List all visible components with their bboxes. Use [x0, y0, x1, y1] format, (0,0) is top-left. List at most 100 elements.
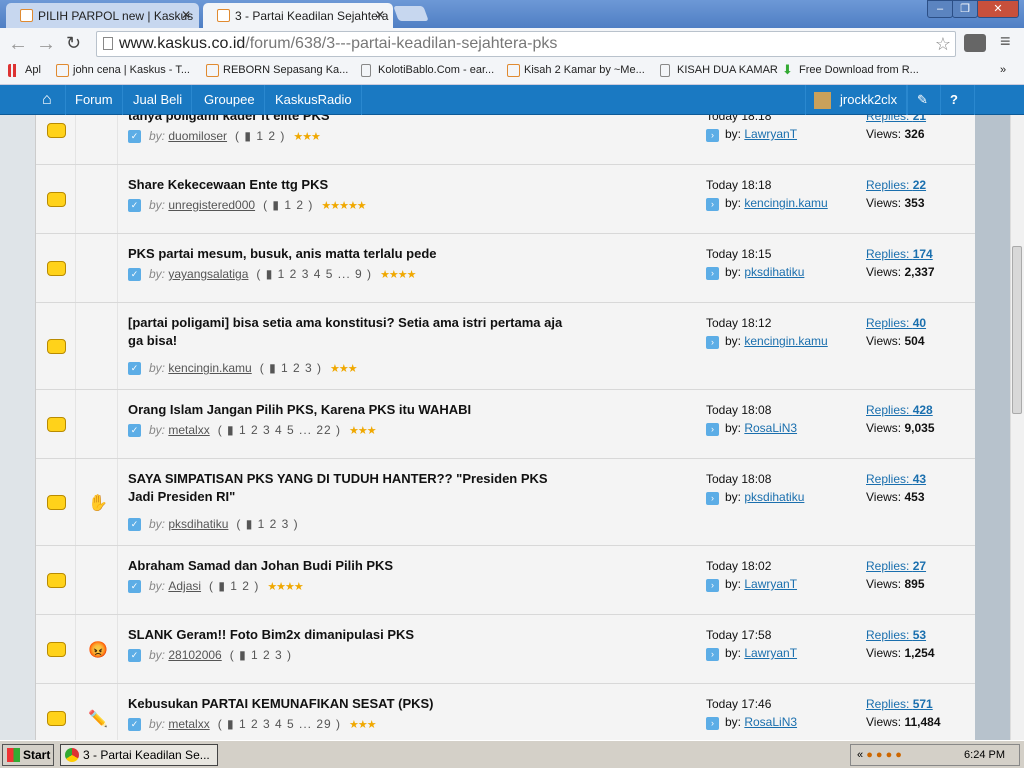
go-to-last-post-icon[interactable]: › [706, 336, 719, 349]
thread-author-link[interactable]: 28102006 [168, 648, 221, 662]
nav-groupee[interactable]: Groupee [195, 85, 265, 115]
last-poster-link[interactable]: RosaLiN3 [744, 421, 797, 435]
thread-title[interactable]: Share Kekecewaan Ente ttg PKS [128, 176, 568, 194]
go-to-last-post-icon[interactable]: › [706, 492, 719, 505]
bookmark-item[interactable]: john cena | Kaskus - T... [56, 64, 190, 77]
help-icon[interactable]: ? [941, 85, 975, 115]
go-to-last-post-icon[interactable]: › [706, 717, 719, 730]
kaskus-icon [206, 64, 219, 77]
user-menu[interactable]: jrockk2clx [805, 85, 908, 115]
close-tab-icon[interactable]: ✕ [181, 8, 191, 22]
nav-forum[interactable]: Forum [66, 85, 123, 115]
last-poster-link[interactable]: LawryanT [744, 577, 797, 591]
go-to-last-post-icon[interactable]: › [706, 129, 719, 142]
last-poster-link[interactable]: kencingin.kamu [744, 196, 827, 210]
page-links[interactable]: ( ▮ 1 2 ) [263, 198, 313, 212]
thread-options-icon[interactable]: ✓ [128, 649, 141, 663]
thread-title[interactable]: SLANK Geram!! Foto Bim2x dimanipulasi PK… [128, 626, 568, 644]
thread-options-icon[interactable]: ✓ [128, 580, 141, 594]
bookmark-item[interactable]: KolotiBablo.Com - ear... [361, 64, 494, 77]
replies-link[interactable]: Replies: 571 [866, 697, 933, 711]
last-poster-link[interactable]: LawryanT [744, 127, 797, 141]
back-icon[interactable]: ← [8, 33, 28, 56]
close-window-button[interactable]: ✕ [977, 0, 1019, 18]
thread-title[interactable]: Abraham Samad dan Johan Budi Pilih PKS [128, 557, 568, 575]
nav-kaskusradio[interactable]: KaskusRadio [266, 85, 362, 115]
bookmark-item[interactable]: KISAH DUA KAMAR [660, 64, 778, 77]
page-links[interactable]: ( ▮ 1 2 3 ) [260, 361, 322, 375]
star-bookmark-icon[interactable]: ☆ [935, 32, 951, 56]
thread-options-icon[interactable]: ✓ [128, 518, 141, 532]
thread-author-link[interactable]: metalxx [168, 717, 209, 731]
thread-author-link[interactable]: pksdihatiku [168, 517, 228, 531]
nav-jual-beli[interactable]: Jual Beli [124, 85, 193, 115]
page-links[interactable]: ( ▮ 1 2 3 4 5 ... 9 ) [256, 267, 372, 281]
bookmark-item[interactable]: ⬇ Free Download from R... [782, 62, 919, 77]
last-poster-link[interactable]: pksdihatiku [744, 490, 804, 504]
thread-title[interactable]: [partai poligami] bisa setia ama konstit… [128, 314, 568, 350]
thread-author-link[interactable]: duomiloser [168, 129, 227, 143]
last-poster-link[interactable]: RosaLiN3 [744, 715, 797, 729]
minimize-button[interactable]: – [927, 0, 953, 18]
page-links[interactable]: ( ▮ 1 2 ) [209, 579, 259, 593]
more-bookmarks[interactable]: » [1000, 64, 1006, 76]
page-links[interactable]: ( ▮ 1 2 3 4 5 ... 22 ) [218, 423, 341, 437]
replies-link[interactable]: Replies: 27 [866, 559, 926, 573]
incognito-icon[interactable] [964, 34, 986, 52]
page-links[interactable]: ( ▮ 1 2 3 ) [230, 648, 292, 662]
tab-partai-keadilan[interactable]: 3 - Partai Keadilan Sejahtera ✕ [203, 3, 393, 28]
bookmark-item[interactable]: Apl [8, 64, 41, 77]
thread-title[interactable]: PKS partai mesum, busuk, anis matta terl… [128, 245, 568, 263]
by-label: by: [725, 265, 745, 279]
tab-pilih-parpol[interactable]: PILIH PARPOL new | Kaskus ✕ [6, 3, 199, 28]
close-tab-icon[interactable]: ✕ [375, 8, 385, 22]
restore-button[interactable]: ❐ [952, 0, 978, 18]
scrollbar[interactable] [1010, 115, 1024, 740]
thread-options-icon[interactable]: ✓ [128, 424, 141, 438]
replies-link[interactable]: Replies: 53 [866, 628, 926, 642]
scrollbar-thumb[interactable] [1012, 246, 1022, 414]
replies-link[interactable]: Replies: 174 [866, 247, 933, 261]
replies-link[interactable]: Replies: 428 [866, 403, 933, 417]
forward-icon[interactable]: → [36, 33, 56, 56]
thread-options-icon[interactable]: ✓ [128, 362, 141, 376]
thread-author-link[interactable]: yayangsalatiga [168, 267, 248, 281]
bookmark-item[interactable]: REBORN Sepasang Ka... [206, 64, 348, 77]
bookmark-item[interactable]: Kisah 2 Kamar by ~Me... [507, 64, 645, 77]
last-poster-link[interactable]: kencingin.kamu [744, 334, 827, 348]
taskbar-chrome-window[interactable]: 3 - Partai Keadilan Se... [60, 744, 218, 766]
thread-author-link[interactable]: kencingin.kamu [168, 361, 251, 375]
home-icon[interactable]: ⌂ [33, 85, 66, 115]
thread-options-icon[interactable]: ✓ [128, 718, 141, 732]
thread-title[interactable]: Kebusukan PARTAI KEMUNAFIKAN SESAT (PKS) [128, 695, 568, 713]
thread-title[interactable]: SAYA SIMPATISAN PKS YANG DI TUDUH HANTER… [128, 470, 568, 506]
thread-options-icon[interactable]: ✓ [128, 199, 141, 213]
go-to-last-post-icon[interactable]: › [706, 648, 719, 661]
tray-icons[interactable]: ● ● ● ● [866, 749, 902, 761]
go-to-last-post-icon[interactable]: › [706, 267, 719, 280]
reload-icon[interactable]: ↻ [66, 33, 81, 54]
replies-link[interactable]: Replies: 40 [866, 316, 926, 330]
go-to-last-post-icon[interactable]: › [706, 579, 719, 592]
new-tab-button[interactable] [393, 6, 429, 21]
replies-link[interactable]: Replies: 43 [866, 472, 926, 486]
thread-options-icon[interactable]: ✓ [128, 268, 141, 282]
last-poster-link[interactable]: LawryanT [744, 646, 797, 660]
last-poster-link[interactable]: pksdihatiku [744, 265, 804, 279]
thread-author-link[interactable]: metalxx [168, 423, 209, 437]
start-button[interactable]: Start [2, 744, 54, 766]
replies-link[interactable]: Replies: 22 [866, 178, 926, 192]
edit-pencil-icon[interactable]: ✎ [907, 85, 941, 115]
menu-icon[interactable]: ≡ [1000, 31, 1011, 52]
page-links[interactable]: ( ▮ 1 2 3 4 5 ... 29 ) [218, 717, 341, 731]
go-to-last-post-icon[interactable]: › [706, 198, 719, 211]
thread-author-link[interactable]: Adjasi [168, 579, 201, 593]
page-links[interactable]: ( ▮ 1 2 3 ) [236, 517, 298, 531]
thread-title[interactable]: Orang Islam Jangan Pilih PKS, Karena PKS… [128, 401, 568, 419]
go-to-last-post-icon[interactable]: › [706, 423, 719, 436]
thread-author-link[interactable]: unregistered000 [168, 198, 255, 212]
tray-expand[interactable]: « [857, 749, 863, 761]
address-bar[interactable]: www.kaskus.co.id/forum/638/3---partai-ke… [96, 31, 956, 57]
thread-options-icon[interactable]: ✓ [128, 130, 141, 144]
page-links[interactable]: ( ▮ 1 2 ) [235, 129, 285, 143]
